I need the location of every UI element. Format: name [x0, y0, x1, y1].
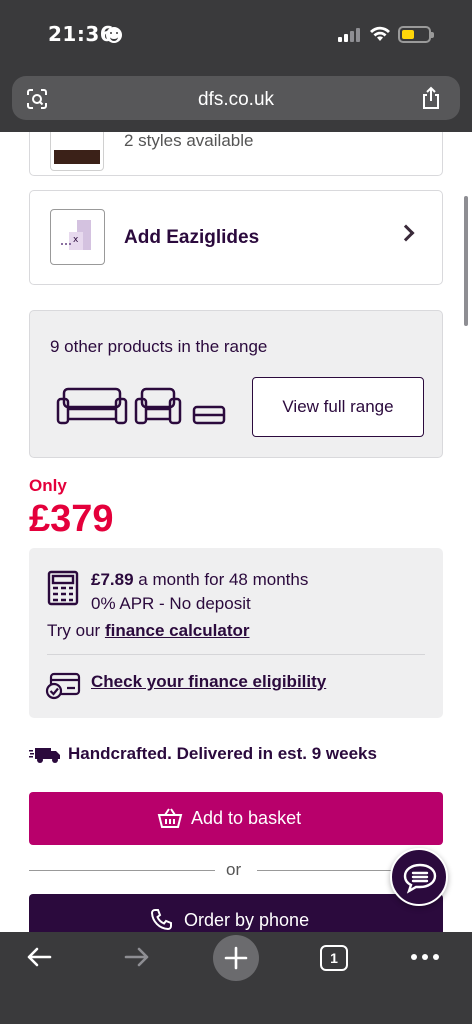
chat-button[interactable]	[390, 848, 448, 906]
plus-icon	[224, 946, 248, 970]
style-selector-card[interactable]: 2 styles available	[29, 132, 443, 176]
calculator-icon	[47, 570, 79, 606]
chevron-right-icon	[397, 224, 415, 242]
only-label: Only	[29, 476, 67, 495]
focus-mode-icon	[106, 27, 122, 43]
svg-text:x: x	[73, 235, 79, 245]
phone-icon	[150, 909, 172, 931]
status-bar: 21:36	[0, 0, 472, 70]
order-by-phone-label: Order by phone	[184, 910, 310, 930]
more-options-icon[interactable]	[410, 952, 440, 962]
wifi-icon	[370, 26, 390, 41]
range-count-text: 9 other products in the range	[50, 337, 268, 356]
forward-arrow-icon[interactable]	[122, 942, 152, 972]
finance-calculator-link[interactable]: finance calculator	[105, 621, 250, 640]
finance-divider	[47, 654, 425, 655]
style-thumbnail	[50, 132, 104, 171]
finance-try-prefix: Try our	[47, 621, 105, 640]
sofa-range-icon	[56, 387, 226, 425]
browser-address-bar: dfs.co.uk	[0, 70, 472, 132]
add-to-basket-label: Add to basket	[191, 808, 302, 828]
chat-bubble-icon	[403, 863, 437, 894]
finance-calculator-line: Try our finance calculator	[47, 621, 250, 641]
tab-switcher-button[interactable]: 1	[320, 945, 348, 971]
view-full-range-button[interactable]: View full range	[252, 377, 424, 437]
page-content: 2 styles available x Add Eaziglides 9 ot…	[0, 132, 472, 932]
delivery-truck-icon	[29, 748, 60, 763]
page-scrollbar[interactable]	[464, 196, 468, 326]
url-field[interactable]: dfs.co.uk	[12, 76, 460, 120]
screen: 21:36 dfs.co.uk 2 styles available x Add…	[0, 0, 472, 1024]
new-tab-button[interactable]	[213, 935, 259, 981]
or-divider: or	[29, 860, 443, 880]
back-arrow-icon[interactable]	[24, 942, 54, 972]
product-price: £379	[29, 498, 114, 540]
url-text: dfs.co.uk	[197, 89, 275, 110]
battery-icon	[398, 26, 434, 43]
finance-monthly-suffix: a month for 48 months	[133, 570, 309, 589]
finance-apr-text: 0% APR - No deposit	[91, 594, 251, 613]
browser-toolbar: 1	[0, 932, 472, 1024]
finance-monthly-amount: £7.89	[91, 570, 134, 589]
or-text: or	[226, 860, 242, 879]
add-eaziglides-label: Add Eaziglides	[124, 227, 260, 248]
basket-icon	[157, 808, 183, 828]
eaziglides-thumbnail: x	[50, 209, 105, 265]
credit-card-check-icon	[45, 672, 81, 700]
styles-available-text: 2 styles available	[124, 132, 254, 150]
finance-monthly-text: £7.89 a month for 48 months	[91, 570, 308, 590]
status-time: 21:36	[48, 22, 115, 46]
share-icon[interactable]	[420, 86, 442, 110]
finance-eligibility-link[interactable]: Check your finance eligibility	[91, 672, 326, 692]
add-to-basket-button[interactable]: Add to basket	[29, 792, 443, 845]
delivery-estimate-text: Handcrafted. Delivered in est. 9 weeks	[68, 744, 377, 763]
eaziglides-icon: x	[61, 220, 91, 250]
range-panel: 9 other products in the range View full …	[29, 310, 443, 458]
eaziglides-card[interactable]: x Add Eaziglides	[29, 190, 443, 285]
finance-panel: £7.89 a month for 48 months 0% APR - No …	[29, 548, 443, 718]
order-by-phone-button[interactable]: Order by phone	[29, 894, 443, 932]
